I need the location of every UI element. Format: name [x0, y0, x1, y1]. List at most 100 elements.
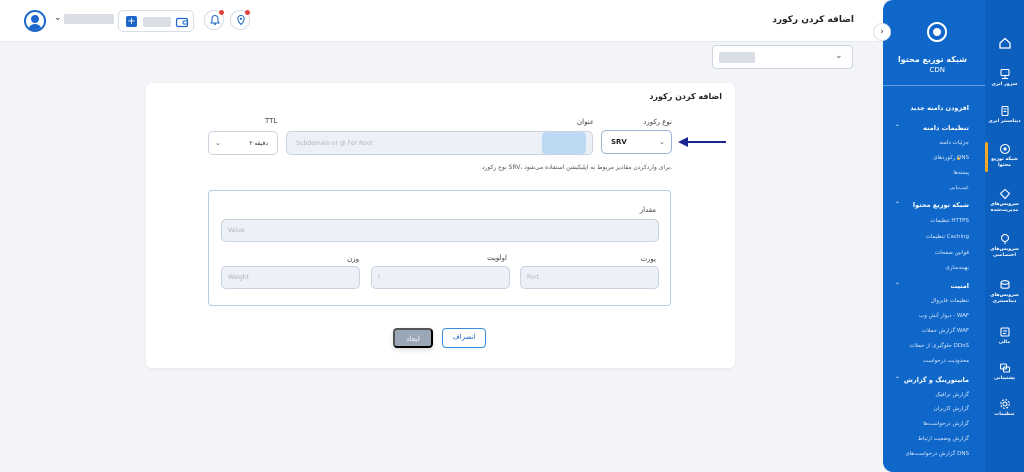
record-type-hint: نوع رکورد SRV، برای واردکردن مقادیر مربو…	[481, 164, 672, 171]
sidebar-item-https[interactable]: تنظیمات HTTPS	[930, 218, 969, 224]
location-dot	[245, 10, 250, 15]
ttl-select[interactable]: ⌄ ۲ دقیقه	[208, 131, 278, 155]
bell-icon	[210, 14, 220, 26]
priority-label: اولویت	[487, 254, 507, 262]
domain-select[interactable]: ⌄	[712, 45, 853, 69]
rail-item-cloud-datacenter[interactable]: دیتاسنتر ابری	[985, 105, 1024, 125]
value-placeholder: Value	[228, 227, 245, 234]
sidebar-brand-subtitle: CDN	[929, 66, 945, 74]
record-type-label: نوع رکورد	[643, 118, 672, 126]
value-input[interactable]: Value	[221, 219, 659, 242]
sidebar-item-dns-requests-report[interactable]: گزارش درخواست‌های DNS	[905, 451, 969, 457]
chevron-up-icon[interactable]: ⌃	[895, 376, 900, 383]
rail-item-dc-services[interactable]: سرویس‌های دیتاسنتری	[985, 279, 1024, 305]
rail-item-home[interactable]	[985, 36, 1024, 50]
sidebar-item-troubleshoot[interactable]: عیب‌یابی	[949, 185, 969, 191]
user-avatar[interactable]	[24, 10, 46, 32]
wallet-button[interactable]: +	[118, 10, 194, 32]
create-button[interactable]: ایجاد	[393, 328, 433, 348]
rail-label: دیتاسنتر ابری	[988, 119, 1021, 124]
rail-item-settings[interactable]: تنظیمات	[985, 398, 1024, 418]
settings-icon	[999, 399, 1010, 409]
cancel-button[interactable]: انصراف	[442, 328, 486, 348]
record-name-placeholder: Subdomain or @ For Root	[296, 140, 373, 147]
location-icon	[237, 14, 245, 26]
sidebar-group-monitoring[interactable]: مانیتورینگ و گزارش	[904, 376, 969, 384]
notification-dot	[219, 10, 224, 15]
sidebar-group-cdn[interactable]: شبکه توزیع محتوا	[913, 201, 969, 209]
sidebar-item-rate-limit[interactable]: محدودیت درخواست	[923, 358, 969, 364]
sidebar-item-dns-records[interactable]: رکوردهای DNS	[933, 155, 969, 161]
rail-item-finance[interactable]: مالی	[985, 326, 1024, 346]
wallet-plus-icon[interactable]: +	[126, 16, 137, 27]
sidebar-item-waf-report[interactable]: گزارش حملات WAF	[922, 328, 969, 334]
dedicated-icon	[1000, 233, 1009, 244]
user-menu-chevron-icon[interactable]: ⌄	[54, 13, 62, 23]
chevron-down-icon: ⌄	[215, 139, 221, 147]
chevron-down-icon: ⌄	[659, 138, 665, 146]
priority-input[interactable]: I	[371, 266, 510, 289]
sidebar-group-security[interactable]: امنیت	[951, 282, 969, 290]
rail-label: سرویس‌های اختصاصی	[990, 247, 1019, 258]
record-type-value: SRV	[611, 138, 627, 146]
datacenter-icon	[1000, 105, 1009, 117]
priority-placeholder: I	[378, 274, 380, 281]
rail-item-cdn[interactable]: شبکه توزیع محتوا	[985, 143, 1024, 169]
annotation-arrow	[678, 137, 726, 147]
chevron-up-icon[interactable]: ⌃	[895, 124, 900, 131]
sidebar-item-firewall[interactable]: تنظیمات فایروال	[931, 298, 969, 304]
rail-item-support[interactable]: پشتیبانی	[985, 362, 1024, 382]
sidebar-divider	[883, 85, 985, 86]
support-icon	[999, 363, 1010, 373]
card-title: اضافه کردن رکورد	[649, 92, 722, 101]
sidebar-item-ddos[interactable]: جلوگیری از حملات DDoS	[910, 343, 969, 349]
weight-input[interactable]: Weight	[221, 266, 360, 289]
port-label: پورت	[640, 255, 656, 263]
rail-label: سرور ابری	[991, 82, 1018, 87]
wallet-amount-redacted	[143, 17, 171, 27]
chevron-up-icon[interactable]: ⌃	[895, 282, 900, 289]
sidebar-group-domain-settings[interactable]: تنظیمات دامنه	[923, 124, 969, 132]
weight-placeholder: Weight	[228, 274, 249, 281]
weight-label: وزن	[347, 255, 359, 263]
managed-icon	[999, 188, 1010, 200]
ttl-label: TTL	[265, 117, 278, 125]
sidebar-item-page-rules[interactable]: قوانین صفحات	[935, 250, 969, 256]
sidebar-item-traffic-report[interactable]: گزارش ترافیک	[935, 392, 969, 398]
rail-item-cloud-server[interactable]: سرور ابری	[985, 68, 1024, 88]
main-nav-rail: سرور ابری دیتاسنتر ابری شبکه توزیع محتوا…	[985, 0, 1024, 472]
rail-label: مالی	[998, 340, 1011, 345]
chevron-down-icon: ⌄	[835, 51, 843, 61]
name-label: عنوان	[577, 118, 594, 126]
user-name-redacted[interactable]	[64, 14, 114, 24]
sidebar-collapse-button[interactable]: ›	[873, 23, 891, 41]
sidebar-item-connection-report[interactable]: گزارش وضعیت ارتباط	[918, 436, 969, 442]
notifications-button[interactable]	[204, 10, 224, 30]
record-type-select[interactable]: SRV ⌄	[601, 130, 672, 154]
srv-fields-box: مقدار Value پورت اولویت وزن Port I Weigh…	[208, 190, 671, 306]
value-label: مقدار	[639, 206, 656, 214]
sidebar-item-users-report[interactable]: گزارش کاربران	[934, 406, 969, 412]
sidebar-item-packages[interactable]: پسته‌ها	[953, 170, 969, 176]
sidebar-item-add-domain[interactable]: افزودن دامنه جدید	[910, 104, 969, 112]
rail-label: سرویس‌های مدیریت‌شده	[990, 202, 1019, 213]
sidebar-brand-title: شبکه توزیع محتوا	[897, 55, 967, 64]
sidebar-item-waf[interactable]: دیوار آتش وب - WAF	[919, 313, 969, 319]
rail-label: سرویس‌های دیتاسنتری	[990, 293, 1019, 304]
finance-icon	[999, 327, 1010, 337]
home-icon	[998, 37, 1011, 49]
rail-item-dedicated-services[interactable]: سرویس‌های اختصاصی	[985, 233, 1024, 259]
domain-name-redacted	[719, 52, 755, 63]
sidebar-item-domain-details[interactable]: جزئیات دامنه	[939, 140, 969, 146]
rail-item-managed-services[interactable]: سرویس‌های مدیریت‌شده	[985, 188, 1024, 214]
dc-services-icon	[999, 280, 1010, 289]
sidebar-item-requests-report[interactable]: گزارش درخواست‌ها	[923, 421, 969, 427]
record-name-input[interactable]: Subdomain or @ For Root	[286, 131, 593, 155]
sidebar-item-caching[interactable]: تنظیمات Caching	[926, 234, 969, 240]
rail-label: پشتیبانی	[993, 376, 1015, 381]
chevron-up-icon[interactable]: ⌃	[895, 201, 900, 208]
sidebar-item-optimization[interactable]: بهینه‌سازی	[945, 265, 969, 271]
text-selection-highlight	[542, 132, 586, 154]
port-input[interactable]: Port	[520, 266, 659, 289]
location-button[interactable]	[230, 10, 250, 30]
